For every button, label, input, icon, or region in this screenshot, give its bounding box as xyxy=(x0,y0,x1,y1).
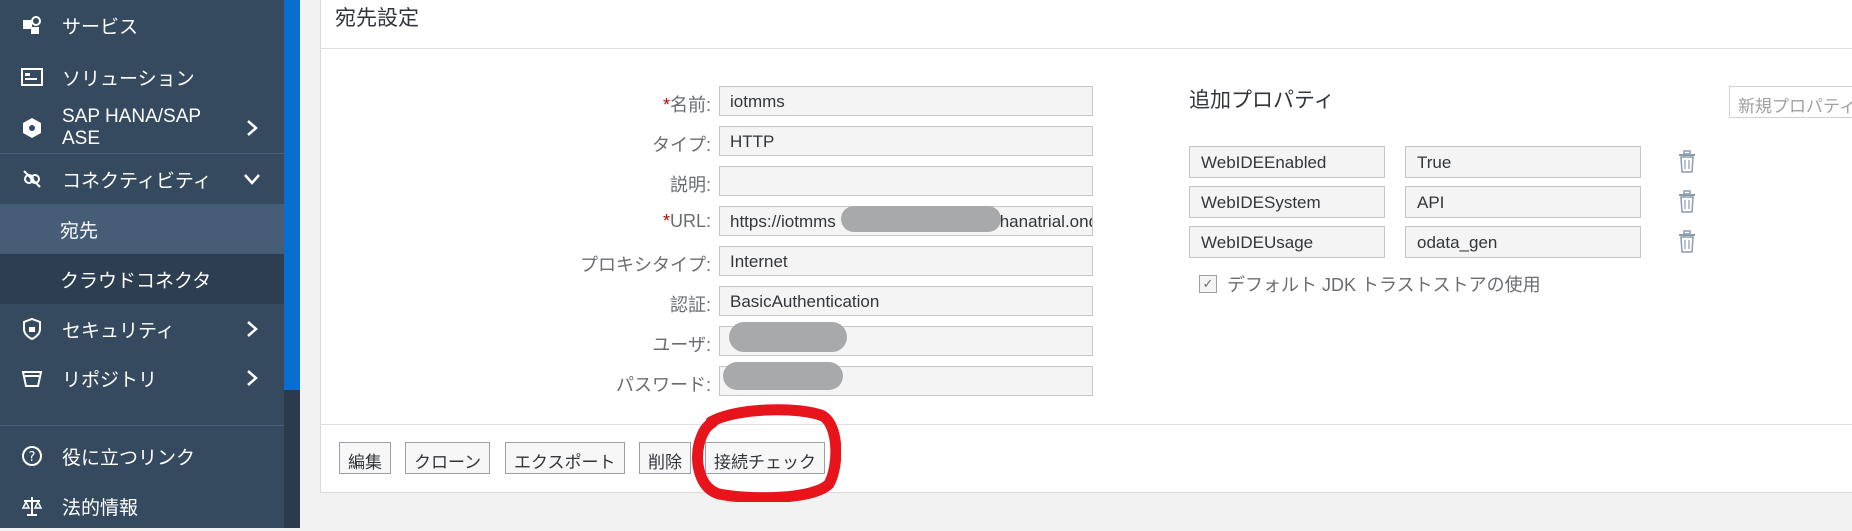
sidebar-item-label: クラウドコネクタ xyxy=(60,270,212,292)
sidebar-item-label: 役に立つリンク xyxy=(62,447,196,469)
password-label: パスワード: xyxy=(615,375,711,395)
sidebar-item-connectivity[interactable]: コネクティビティ xyxy=(0,154,284,204)
url-label: *URL: xyxy=(662,211,711,231)
page-title: 宛先設定 xyxy=(335,7,419,30)
services-icon xyxy=(18,11,46,39)
name-label: *名前: xyxy=(662,95,711,115)
chevron-right-icon xyxy=(240,366,264,390)
checkbox[interactable]: ✓ xyxy=(1199,275,1217,293)
divider xyxy=(321,424,1852,425)
default-jdk-truststore-option[interactable]: ✓ デフォルト JDK トラストストアの使用 xyxy=(1199,271,1541,297)
solutions-icon xyxy=(18,63,46,91)
connectivity-icon xyxy=(18,165,46,193)
sidebar-scroll-track xyxy=(284,390,300,528)
redaction-mark xyxy=(729,322,847,352)
divider xyxy=(0,425,284,426)
shield-icon xyxy=(18,315,46,343)
chevron-right-icon xyxy=(240,317,264,341)
additional-properties-title: 追加プロパティ xyxy=(1189,89,1335,112)
checkbox-label: デフォルト JDK トラストストアの使用 xyxy=(1227,275,1541,295)
user-label: ユーザ: xyxy=(652,335,711,355)
sidebar-item-label: 法的情報 xyxy=(62,497,139,519)
export-button[interactable]: エクスポート xyxy=(505,442,625,474)
property-value-field[interactable]: True xyxy=(1405,146,1641,178)
sidebar-item-repository[interactable]: リポジトリ xyxy=(0,353,284,403)
type-field[interactable]: HTTP xyxy=(719,126,1093,156)
database-icon xyxy=(18,114,46,142)
clone-button[interactable]: クローン xyxy=(405,442,491,474)
sidebar-item-hana[interactable]: SAP HANA/SAP ASE xyxy=(0,103,284,153)
sidebar-item-label: リポジトリ xyxy=(62,369,158,391)
description-label: 説明: xyxy=(669,175,711,195)
description-field[interactable] xyxy=(719,166,1093,196)
sidebar-scrollbar[interactable] xyxy=(284,0,300,390)
sidebar-item-solutions[interactable]: ソリューション xyxy=(0,52,284,102)
sidebar-item-label: セキュリティ xyxy=(62,320,175,342)
chevron-right-icon xyxy=(240,116,264,140)
sidebar-item-label: ソリューション xyxy=(62,68,195,90)
authentication-label: 認証: xyxy=(669,295,711,315)
sidebar-item-legal[interactable]: 法的情報 xyxy=(0,481,284,531)
sidebar-item-label: コネクティビティ xyxy=(62,170,212,192)
sidebar: サービス ソリューション SAP HANA/SAP ASE コネクティビティ 宛… xyxy=(0,0,284,528)
help-icon: ? xyxy=(18,442,46,470)
property-key-field[interactable]: WebIDEEnabled xyxy=(1189,146,1385,178)
sidebar-item-services[interactable]: サービス xyxy=(0,0,284,50)
name-field[interactable]: iotmms xyxy=(719,86,1093,116)
redaction-mark xyxy=(841,206,1001,232)
proxy-type-label: プロキシタイプ: xyxy=(579,255,711,275)
type-label: タイプ: xyxy=(651,135,711,155)
authentication-field[interactable]: BasicAuthentication xyxy=(719,286,1093,316)
svg-text:?: ? xyxy=(29,450,36,465)
property-key-field[interactable]: WebIDEUsage xyxy=(1189,226,1385,258)
trash-icon[interactable] xyxy=(1677,230,1697,254)
redaction-mark xyxy=(723,362,843,390)
chevron-down-icon xyxy=(240,167,264,191)
divider xyxy=(321,48,1852,49)
sidebar-item-label: 宛先 xyxy=(60,220,99,242)
new-property-button[interactable]: 新規プロパティ xyxy=(1729,86,1852,118)
legal-icon xyxy=(18,492,46,520)
sidebar-item-label: サービス xyxy=(62,16,139,38)
sidebar-item-label: SAP HANA/SAP ASE xyxy=(62,106,201,149)
sidebar-item-useful-links[interactable]: ? 役に立つリンク xyxy=(0,431,284,481)
sidebar-item-cloud-connector[interactable]: クラウドコネクタ xyxy=(0,254,284,304)
proxy-type-field[interactable]: Internet xyxy=(719,246,1093,276)
property-value-field[interactable]: API xyxy=(1405,186,1641,218)
property-value-field[interactable]: odata_gen xyxy=(1405,226,1641,258)
url-value-start: https://iotmms xyxy=(730,212,836,231)
trash-icon[interactable] xyxy=(1677,150,1697,174)
check-connection-button[interactable]: 接続チェック xyxy=(705,442,825,474)
edit-button[interactable]: 編集 xyxy=(339,442,391,474)
destination-settings-panel: 宛先設定 *名前: タイプ: 説明: *URL: プロキシタイプ: 認証: ユー… xyxy=(320,0,1852,502)
property-key-field[interactable]: WebIDESystem xyxy=(1189,186,1385,218)
trash-icon[interactable] xyxy=(1677,190,1697,214)
sidebar-item-destinations[interactable]: 宛先 xyxy=(0,204,284,254)
repository-icon xyxy=(18,364,46,392)
delete-button[interactable]: 削除 xyxy=(639,442,691,474)
sidebar-item-security[interactable]: セキュリティ xyxy=(0,304,284,354)
